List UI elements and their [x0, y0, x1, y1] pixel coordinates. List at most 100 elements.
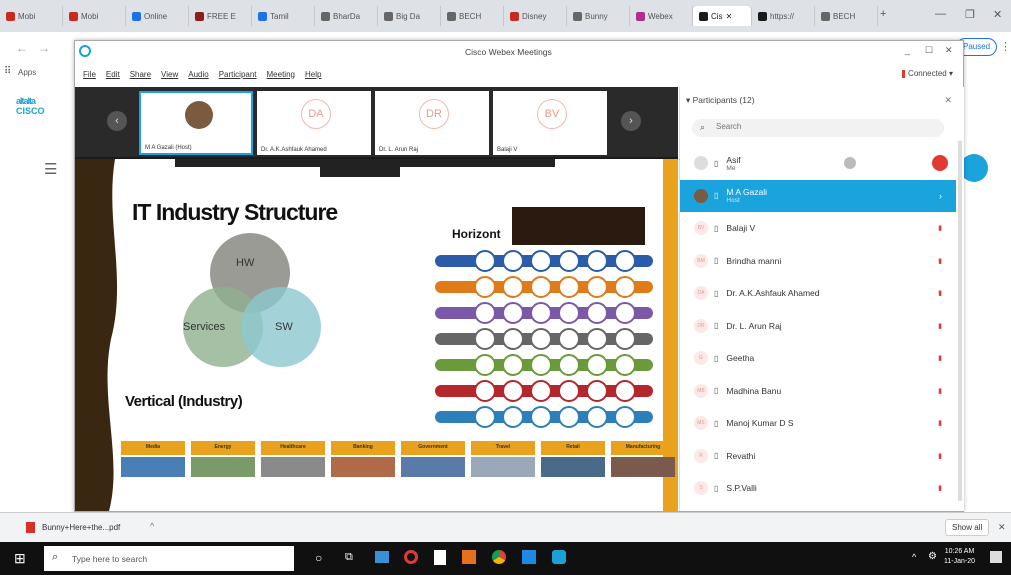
muted-mic-icon[interactable]: ▮	[938, 289, 942, 297]
participant-row[interactable]: MS ▯ Manoj Kumar D S ▮	[680, 407, 956, 439]
participants-scrollbar[interactable]	[958, 141, 962, 501]
close-icon[interactable]: ✕	[993, 8, 1002, 21]
participant-row[interactable]: R ▯ Revathi ▮	[680, 440, 956, 472]
new-tab-button[interactable]: +	[880, 8, 886, 20]
video-thumbnail[interactable]: BV Balaji V	[493, 91, 607, 155]
participant-row[interactable]: BM ▯ Brindha manni ▮	[680, 245, 956, 277]
back-arrow-icon[interactable]: ←	[16, 41, 28, 55]
minimize-icon[interactable]: —	[935, 8, 946, 20]
office-app-icon[interactable]	[462, 550, 476, 564]
menu-file[interactable]: File	[83, 70, 96, 79]
browser-tab[interactable]: BECH	[815, 6, 878, 26]
tab-label: FREE E	[207, 11, 236, 21]
muted-mic-icon[interactable]: ▮	[938, 484, 942, 492]
browser-tab[interactable]: Disney	[504, 6, 567, 26]
menu-edit[interactable]: Edit	[106, 70, 120, 79]
thumbs-next-arrow-icon[interactable]: ›	[621, 111, 641, 131]
band-segment	[614, 380, 636, 402]
participant-search-input[interactable]	[714, 121, 938, 132]
mute-self-button[interactable]	[932, 155, 948, 171]
participant-expand-icon[interactable]: ›	[939, 191, 942, 201]
menu-share[interactable]: Share	[130, 70, 151, 79]
browser-tab[interactable]: Cis ✕	[693, 6, 752, 26]
downloads-close-icon[interactable]: ✕	[998, 522, 1006, 533]
video-thumbnail[interactable]: DA Dr. A.K.Ashfauk Ahamed	[257, 91, 371, 155]
participant-row[interactable]: MB ▯ Madhina Banu ▮	[680, 375, 956, 407]
participant-row[interactable]: ▯ M A Gazali Host ›	[680, 179, 956, 212]
kebab-menu-icon[interactable]: ⋮	[1000, 40, 1011, 53]
industry-photo	[611, 457, 675, 477]
browser-tab[interactable]: Bunny	[567, 6, 630, 26]
opera-app-icon[interactable]	[404, 550, 418, 564]
video-thumbnail[interactable]: M A Gazali (Host)	[139, 91, 253, 155]
connection-status[interactable]: Connected ▾	[902, 69, 953, 78]
cortana-icon[interactable]: ○	[315, 551, 322, 565]
band-segment	[586, 406, 608, 428]
participant-row[interactable]: DA ▯ Dr. A.K.Ashfauk Ahamed ▮	[680, 277, 956, 309]
hamburger-menu-icon[interactable]: ☰	[44, 160, 57, 178]
muted-mic-icon[interactable]: ▮	[938, 322, 942, 330]
file-app-icon[interactable]	[434, 550, 446, 565]
browser-tab[interactable]: Webex	[630, 6, 693, 26]
muted-mic-icon[interactable]: ▮	[938, 419, 942, 427]
participant-row[interactable]: DR ▯ Dr. L. Arun Raj ▮	[680, 310, 956, 342]
browser-tab[interactable]: BharDa	[315, 6, 378, 26]
chrome-app-icon[interactable]	[492, 550, 506, 564]
download-options-chevron-icon[interactable]: ^	[150, 521, 154, 531]
band-segment	[474, 354, 496, 376]
menu-help[interactable]: Help	[305, 70, 321, 79]
participants-header[interactable]: ▾ Participants (12)	[686, 95, 755, 106]
browser-tab[interactable]: Mobi	[0, 6, 63, 26]
restore-icon[interactable]: ❐	[965, 8, 975, 21]
video-thumbnail[interactable]: DR Dr. L. Arun Raj	[375, 91, 489, 155]
muted-mic-icon[interactable]: ▮	[938, 387, 942, 395]
band-segment	[530, 406, 552, 428]
participant-row[interactable]: S ▯ S.P.Valli ▮	[680, 472, 956, 504]
participant-name: Madhina Banu	[726, 385, 782, 396]
download-file-name[interactable]: Bunny+Here+the...pdf	[42, 523, 120, 532]
muted-mic-icon[interactable]: ▮	[938, 224, 942, 232]
browser-tab[interactable]: FREE E	[189, 6, 252, 26]
browser-tab[interactable]: https://	[752, 6, 815, 26]
muted-mic-icon[interactable]: ▮	[938, 257, 942, 265]
taskbar-search-box[interactable]: ⌕ Type here to search	[44, 546, 294, 571]
webex-page-blue-button[interactable]	[960, 154, 988, 182]
webex-minimize-icon[interactable]: _	[905, 45, 910, 55]
tray-chevron-up-icon[interactable]: ^	[912, 552, 916, 562]
apps-shortcut[interactable]: ⠿ Apps	[0, 64, 60, 84]
browser-tab[interactable]: BECH	[441, 6, 504, 26]
menu-view[interactable]: View	[161, 70, 178, 79]
participant-search-box[interactable]: ⌕	[692, 119, 944, 137]
windows-start-icon[interactable]: ⊞	[14, 551, 26, 565]
menu-audio[interactable]: Audio	[188, 70, 208, 79]
muted-mic-icon[interactable]: ▮	[938, 354, 942, 362]
participant-row[interactable]: ▯ Asif Me	[680, 147, 956, 179]
participants-close-icon[interactable]: ✕	[944, 95, 952, 106]
task-view-icon[interactable]: ⧉	[345, 551, 353, 564]
participant-row[interactable]: BV ▯ Balaji V ▮	[680, 212, 956, 244]
muted-mic-icon[interactable]: ▮	[938, 452, 942, 460]
monitor-app-icon[interactable]	[522, 550, 536, 564]
participant-row[interactable]: G ▯ Geetha ▮	[680, 342, 956, 374]
store-app-icon[interactable]	[375, 551, 389, 563]
webex-taskbar-icon[interactable]	[552, 550, 566, 564]
webex-close-icon[interactable]: ✕	[945, 45, 953, 56]
browser-tab[interactable]: Big Da	[378, 6, 441, 26]
tab-label: BECH	[833, 11, 856, 21]
network-icon[interactable]: ⚙	[928, 551, 937, 562]
taskbar-clock[interactable]: 10:26 AM 11-Jan-20	[944, 547, 975, 567]
webex-maximize-icon[interactable]: ☐	[925, 45, 933, 56]
browser-tab[interactable]: Tamil	[252, 6, 315, 26]
menu-participant[interactable]: Participant	[219, 70, 257, 79]
browser-tab[interactable]: Online	[126, 6, 189, 26]
participant-settings-icon[interactable]	[844, 157, 856, 169]
tab-close-icon[interactable]: ✕	[726, 12, 733, 21]
thumbs-prev-arrow-icon[interactable]: ‹	[107, 111, 127, 131]
tab-label: https://	[770, 11, 795, 21]
browser-tab[interactable]: Mobi	[63, 6, 126, 26]
redaction-box	[512, 207, 645, 245]
show-all-downloads-button[interactable]: Show all	[945, 519, 990, 536]
menu-meeting[interactable]: Meeting	[267, 70, 295, 79]
notification-center-icon[interactable]	[990, 551, 1002, 563]
forward-arrow-icon[interactable]: →	[38, 41, 50, 55]
